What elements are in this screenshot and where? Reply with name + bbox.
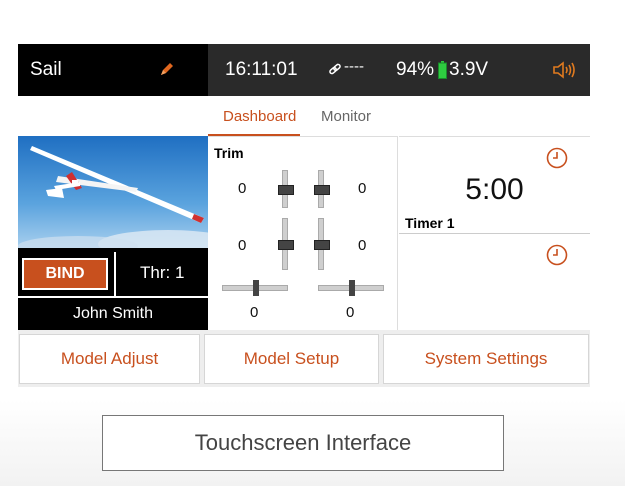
model-image xyxy=(18,136,208,248)
clock-icon xyxy=(546,244,568,271)
trim-knob[interactable] xyxy=(253,280,259,296)
trim-knob[interactable] xyxy=(278,185,294,195)
clock-time: 16:11:01 xyxy=(225,59,298,80)
trim-knob[interactable] xyxy=(349,280,355,296)
caption-box: Touchscreen Interface xyxy=(102,415,504,471)
trim-slider-right-bottom[interactable] xyxy=(318,280,384,296)
trim-knob[interactable] xyxy=(314,240,330,250)
throttle-readout: Thr: 1 xyxy=(140,263,185,282)
link-status: ---- xyxy=(344,58,364,75)
owner-name: John Smith xyxy=(72,305,154,322)
bottom-button-bar: Model Adjust Model Setup System Settings xyxy=(18,330,590,387)
trim-value-right-upper: 0 xyxy=(358,180,367,197)
trim-value-left-middle: 0 xyxy=(238,237,247,254)
trim-slider-left-upper[interactable] xyxy=(278,170,294,208)
voltage-reading: 3.9V xyxy=(449,59,489,80)
trim-value-left-upper: 0 xyxy=(238,180,247,197)
speaker-icon[interactable] xyxy=(552,60,576,85)
divider xyxy=(114,252,116,296)
bind-row: BIND Thr: 1 xyxy=(18,248,208,296)
tab-dashboard[interactable]: Dashboard xyxy=(223,108,296,125)
timer-1-panel[interactable]: 5:00 Timer 1 xyxy=(399,136,590,234)
link-icon xyxy=(328,62,342,81)
status-bar: Sail 16:11:01 ---- 94% 3.9V xyxy=(18,44,590,96)
owner-row: John Smith xyxy=(18,298,208,330)
system-settings-button[interactable]: System Settings xyxy=(383,334,589,384)
model-name: Sail xyxy=(30,59,62,80)
model-adjust-button[interactable]: Model Adjust xyxy=(19,334,200,384)
trim-slider-right-upper[interactable] xyxy=(314,170,330,208)
trim-title: Trim xyxy=(214,145,244,161)
model-setup-button[interactable]: Model Setup xyxy=(204,334,379,384)
trim-value-right-middle: 0 xyxy=(358,237,367,254)
clock-icon xyxy=(546,147,568,174)
trim-knob[interactable] xyxy=(314,185,330,195)
trim-panel: Trim 0 0 0 0 0 0 xyxy=(208,136,398,330)
timer-2-panel[interactable] xyxy=(399,234,590,330)
trim-slider-right-middle[interactable] xyxy=(314,218,330,270)
model-name-box[interactable]: Sail xyxy=(18,44,208,96)
trim-value-left-bottom: 0 xyxy=(250,304,259,321)
edit-pencil-icon[interactable] xyxy=(158,60,176,83)
trim-slider-left-bottom[interactable] xyxy=(222,280,288,296)
trim-knob[interactable] xyxy=(278,240,294,250)
transmitter-screen: Sail 16:11:01 ---- 94% 3.9V Dashboard Mo… xyxy=(18,44,590,387)
trim-slider-left-middle[interactable] xyxy=(278,218,294,270)
battery-icon xyxy=(438,61,447,84)
trim-value-right-bottom: 0 xyxy=(346,304,355,321)
battery-percent: 94% xyxy=(396,59,435,80)
timer-1-value: 5:00 xyxy=(465,173,524,206)
tab-monitor[interactable]: Monitor xyxy=(321,108,371,125)
timer-1-label: Timer 1 xyxy=(405,215,455,231)
bind-button[interactable]: BIND xyxy=(22,258,108,290)
